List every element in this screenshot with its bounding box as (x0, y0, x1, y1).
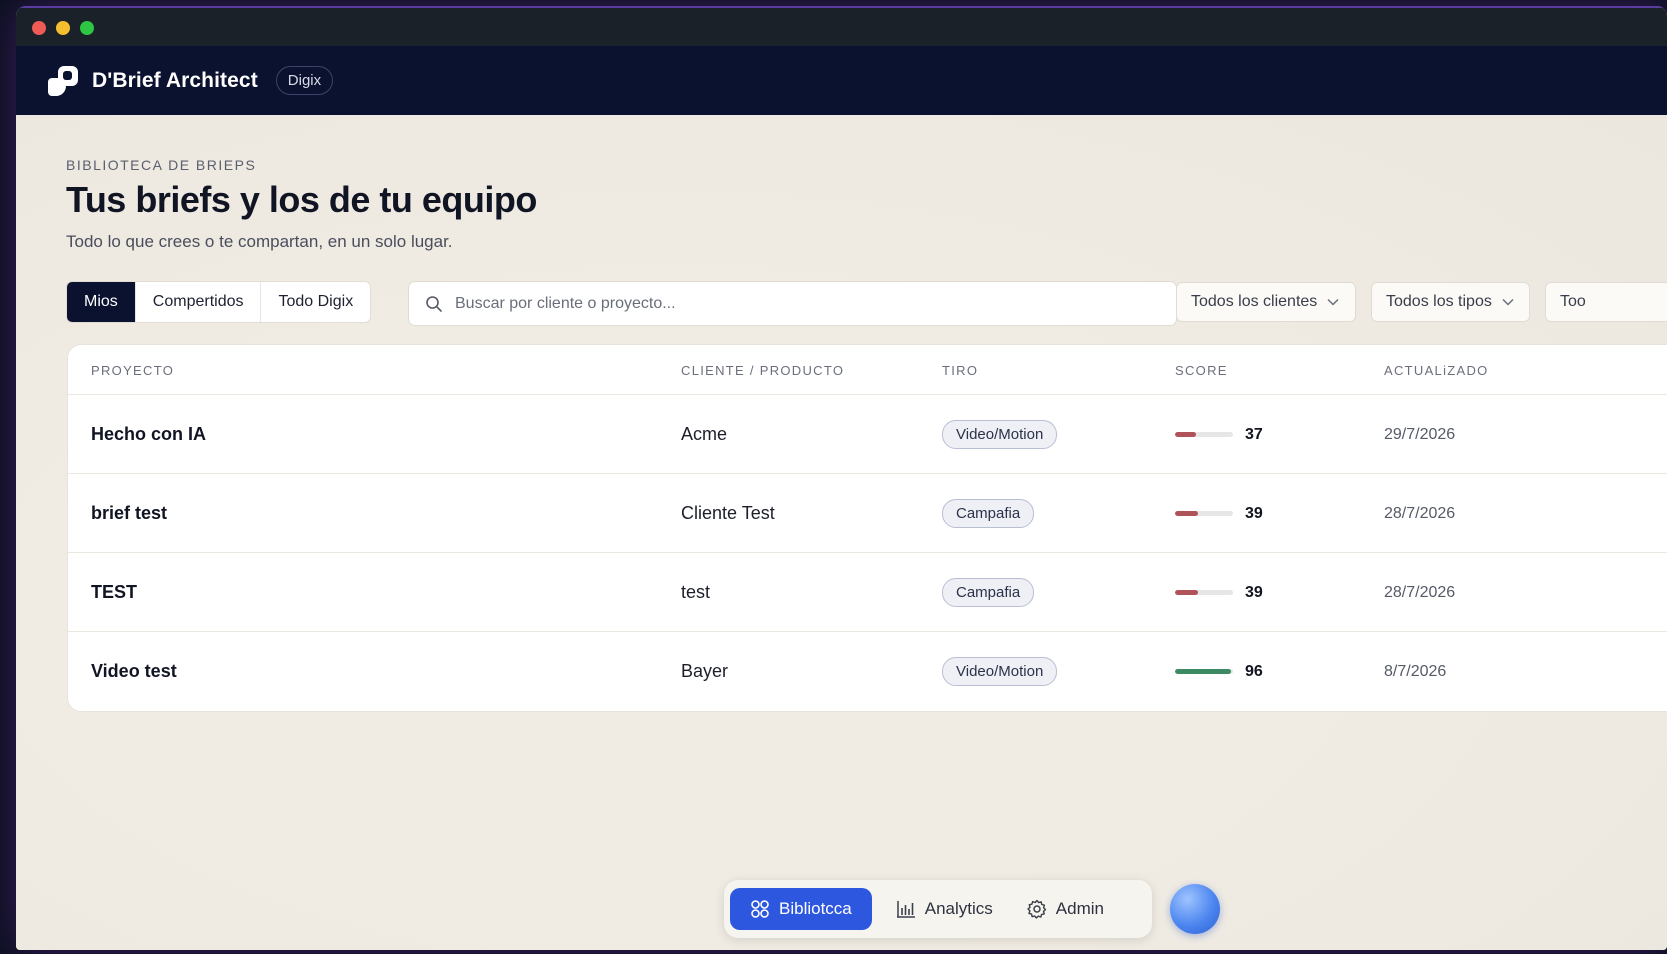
bottom-nav: Bibliotcca Analytics Admin (724, 880, 1152, 938)
search-input[interactable] (455, 294, 1155, 313)
search-icon (426, 295, 442, 312)
app-logo-icon (48, 65, 78, 96)
section-eyebrow: BIBLIOTECA DE BRIEPS (66, 157, 257, 173)
chevron-down-icon (1327, 298, 1339, 306)
nav-biblioteca-label: Bibliotcca (779, 899, 852, 918)
type-badge: Campafia (942, 499, 1035, 528)
page-title: Tus briefs y los de tu equipo (66, 179, 537, 220)
project-name: Video test (91, 661, 177, 681)
score-bar (1175, 432, 1233, 437)
nav-analytics-label: Analytics (924, 899, 993, 918)
main-content: BIBLIOTECA DE BRIEPS Tus briefs y los de… (16, 115, 1667, 950)
table-row[interactable]: Video test Bayer Video/Motion 96 8/7/202… (68, 632, 1667, 711)
col-actualizado[interactable]: ACTUALiZADO (1384, 363, 1489, 378)
updated-date: 28/7/2026 (1384, 583, 1456, 601)
score-value: 37 (1245, 425, 1263, 443)
table-row[interactable]: TEST test Campafia 39 28/7/2026 (68, 553, 1667, 632)
nav-admin-label: Admin (1055, 899, 1104, 918)
page-subtitle: Todo lo que crees o te compartan, en un … (66, 232, 453, 251)
extra-filter-dropdown[interactable]: Too (1545, 282, 1667, 322)
client-name: Bayer (681, 661, 729, 681)
ownership-tabs: Mios Compertidos Todo Digix (66, 281, 372, 323)
type-filter-label: Todos los tipos (1386, 293, 1492, 310)
score-value: 39 (1245, 504, 1263, 522)
score-bar (1175, 590, 1233, 595)
nav-admin[interactable]: Admin (1017, 888, 1114, 930)
table-row[interactable]: Hecho con IA Acme Video/Motion 37 29/7/2… (68, 395, 1667, 474)
score-value: 96 (1245, 662, 1263, 680)
chevron-down-icon (1502, 298, 1514, 306)
grid-icon (751, 900, 769, 918)
app-window: D'Brief Architect Digix BIBLIOTECA DE BR… (16, 6, 1667, 950)
tab-mios[interactable]: Mios (67, 282, 136, 322)
type-filter-dropdown[interactable]: Todos los tipos (1371, 282, 1530, 322)
bar-chart-icon (896, 901, 915, 918)
updated-date: 28/7/2026 (1384, 504, 1456, 522)
project-name: Hecho con IA (91, 424, 207, 444)
col-cliente[interactable]: CLIENTE / PRODUCTO (681, 363, 844, 378)
search-box (408, 281, 1177, 326)
project-name: brief test (91, 503, 168, 523)
table-row[interactable]: brief test Cliente Test Campafia 39 28/7… (68, 474, 1667, 553)
window-titlebar (16, 6, 1667, 46)
score-bar (1175, 669, 1233, 674)
close-window-button[interactable] (32, 21, 46, 35)
tab-compartidos[interactable]: Compertidos (136, 282, 262, 322)
score-bar (1175, 511, 1233, 516)
updated-date: 8/7/2026 (1384, 662, 1447, 680)
col-score[interactable]: SCORE (1175, 363, 1228, 378)
app-name: D'Brief Architect (92, 68, 258, 92)
type-badge: Video/Motion (942, 420, 1058, 449)
extra-filter-label: Too (1560, 293, 1586, 310)
user-avatar[interactable] (1170, 884, 1220, 934)
client-name: Cliente Test (681, 503, 775, 523)
type-badge: Campafia (942, 578, 1035, 607)
nav-biblioteca[interactable]: Bibliotcca (730, 888, 872, 930)
tab-todo-digix[interactable]: Todo Digix (261, 282, 370, 322)
client-filter-label: Todos los clientes (1191, 293, 1318, 310)
maximize-window-button[interactable] (80, 21, 94, 35)
app-header: D'Brief Architect Digix (16, 46, 1667, 115)
project-name: TEST (91, 582, 138, 602)
client-filter-dropdown[interactable]: Todos los clientes (1176, 282, 1356, 322)
gear-icon (1027, 899, 1046, 919)
minimize-window-button[interactable] (56, 21, 70, 35)
nav-analytics[interactable]: Analytics (886, 888, 1003, 930)
col-tiro[interactable]: TIRO (942, 363, 978, 378)
col-proyecto[interactable]: PROYECTO (91, 363, 174, 378)
briefs-table: PROYECTO CLIENTE / PRODUCTO TIRO SCORE A… (67, 344, 1667, 712)
type-badge: Video/Motion (942, 657, 1058, 686)
client-name: test (681, 582, 711, 602)
org-badge[interactable]: Digix (275, 66, 334, 95)
client-name: Acme (681, 424, 728, 444)
table-header: PROYECTO CLIENTE / PRODUCTO TIRO SCORE A… (68, 345, 1667, 395)
score-value: 39 (1245, 583, 1263, 601)
updated-date: 29/7/2026 (1384, 425, 1456, 443)
